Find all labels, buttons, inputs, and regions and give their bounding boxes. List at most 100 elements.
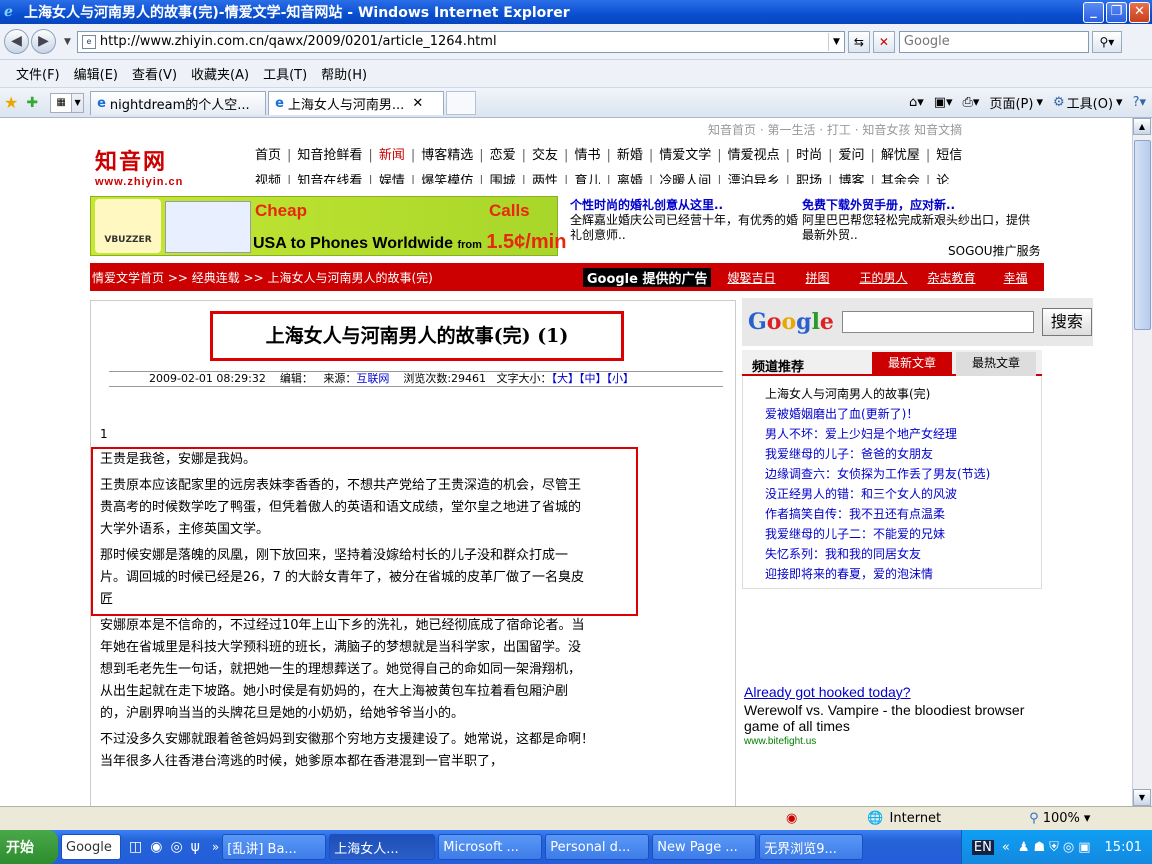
nav-link[interactable]: 围城 <box>490 174 516 184</box>
nav-link[interactable]: 恋爱 <box>490 148 516 163</box>
quick-launch-more-icon[interactable]: » <box>212 840 219 854</box>
feeds-icon[interactable]: ▣▾ <box>934 95 953 110</box>
tools-dropdown-icon[interactable]: ▾ <box>1116 95 1123 110</box>
nav-link[interactable]: 爱问 <box>838 148 864 163</box>
help-icon[interactable]: ?▾ <box>1133 95 1146 110</box>
restore-button[interactable]: ❐ <box>1106 1 1127 23</box>
vertical-scrollbar[interactable]: ▲ ▼ <box>1132 118 1152 806</box>
close-button[interactable]: ✕ <box>1129 1 1150 23</box>
add-favorite-icon[interactable]: ✚ <box>26 95 38 111</box>
ad-link-4[interactable]: 杂志教育 <box>928 269 976 286</box>
menu-favorites[interactable]: 收藏夹(A) <box>191 64 249 83</box>
address-dropdown-icon[interactable]: ▼ <box>827 32 844 51</box>
nav-link[interactable]: 漂泊异乡 <box>728 174 780 184</box>
source-link[interactable]: 互联网 <box>356 372 389 385</box>
scroll-up-icon[interactable]: ▲ <box>1133 118 1151 135</box>
font-mid-link[interactable]: 【中】 <box>579 372 607 385</box>
nav-link[interactable]: 新闻 <box>379 148 405 163</box>
top-links[interactable]: 知音首页 · 第一生活 · 打工 · 知音女孩 知音文摘 <box>708 121 962 138</box>
tray-icons[interactable]: ♟☗⛨◎▣ <box>1018 840 1095 855</box>
font-big-link[interactable]: 【大】 <box>552 372 580 385</box>
print-icon[interactable]: ⎙▾ <box>963 95 980 110</box>
tab-nightdream[interactable]: e nightdream的个人空... <box>90 90 267 115</box>
breadcrumb[interactable]: 情爱文学首页 >> 经典连载 >> 上海女人与河南男人的故事(完) <box>92 269 433 286</box>
stop-button[interactable]: ✕ <box>872 30 895 53</box>
menu-edit[interactable]: 编辑(E) <box>74 64 118 83</box>
ad-link-5[interactable]: 幸福 <box>1004 269 1028 286</box>
refresh-button[interactable]: ⇆ <box>847 30 870 53</box>
list-item[interactable]: 男人不坏：爱上少妇是个地产女经理 <box>765 424 1041 444</box>
list-item[interactable]: 作者搞笑自传：我不丑还有点温柔 <box>765 504 1041 524</box>
taskbar-item[interactable]: 无界浏览9... <box>759 834 864 860</box>
list-item[interactable]: 我爱继母的儿子：爸爸的女朋友 <box>765 444 1041 464</box>
taskbar-item[interactable]: Personal d... <box>545 834 650 860</box>
font-small-link[interactable]: 【小】 <box>607 372 635 385</box>
search-icon[interactable]: ⚲▾ <box>1091 30 1122 53</box>
nav-link[interactable]: 时尚 <box>796 148 822 163</box>
scroll-down-icon[interactable]: ▼ <box>1133 789 1151 806</box>
ad-link-2[interactable]: 拼图 <box>806 269 830 286</box>
nav-link[interactable]: 知音抢鲜看 <box>297 148 362 163</box>
nav-link[interactable]: 情书 <box>574 148 600 163</box>
taskbar-item-active[interactable]: 上海女人... <box>329 834 436 860</box>
menu-view[interactable]: 查看(V) <box>132 64 177 83</box>
tab-hottest[interactable]: 最热文章 <box>956 352 1036 376</box>
close-tab-icon[interactable]: ✕ <box>412 96 423 111</box>
nav-link[interactable]: 博客精选 <box>421 148 473 163</box>
vbuzzer-banner-ad[interactable]: VBUZZER Cheap Calls USA to Phones Worldw… <box>90 196 566 256</box>
nav-link[interactable]: 冷暖人间 <box>659 174 711 184</box>
menu-tools[interactable]: 工具(T) <box>263 64 307 83</box>
nav-link[interactable]: 短信 <box>936 148 962 163</box>
home-icon[interactable]: ⌂▾ <box>909 95 924 110</box>
nav-link[interactable]: 情爱视点 <box>728 148 780 163</box>
search-box[interactable] <box>898 30 1089 53</box>
history-dropdown-icon[interactable]: ▼ <box>64 37 71 47</box>
page-dropdown-icon[interactable]: ▾ <box>1036 95 1043 110</box>
nav-link[interactable]: 爆笑模仿 <box>421 174 473 184</box>
tab-current[interactable]: e 上海女人与河南男... ✕ <box>268 90 445 115</box>
ad-url[interactable]: www.bitefight.us <box>744 736 1044 747</box>
tray-expand-icon[interactable]: « <box>1002 840 1010 855</box>
nav-link[interactable]: 博客 <box>838 174 864 184</box>
list-item[interactable]: 上海女人与河南男人的故事(完) <box>765 384 1041 404</box>
back-button[interactable]: ◀ <box>4 29 29 54</box>
scroll-thumb[interactable] <box>1134 140 1151 330</box>
nav-link[interactable]: 知音在线看 <box>297 174 362 184</box>
new-tab-button[interactable] <box>446 90 477 115</box>
list-item[interactable]: 爱被婚姻磨出了血(更新了)！ <box>765 404 1041 424</box>
zoom-dropdown-icon[interactable]: ▾ <box>1084 811 1091 826</box>
google-toolbar[interactable]: Google <box>61 834 121 860</box>
nav-link[interactable]: 视频 <box>255 174 281 184</box>
nav-link[interactable]: 情爱文学 <box>659 148 711 163</box>
sogou-ad-1[interactable]: 个性时尚的婚礼创意从这里.. 全辉嘉业婚庆公司已经营十年，有优秀的婚礼创意师.. <box>570 196 800 243</box>
sogou-ad-2[interactable]: 免费下载外贸手册，应对新.. 阿里巴巴帮您轻松完成新艰头纱出口，提供最新外贸.. <box>802 196 1032 243</box>
list-item[interactable]: 边缘调查六：女侦探为工作丢了男友(节选) <box>765 464 1041 484</box>
address-field[interactable]: e ▼ <box>76 30 845 53</box>
nav-link[interactable]: 育儿 <box>574 174 600 184</box>
nav-link[interactable]: 首页 <box>255 148 281 163</box>
ad-link-3[interactable]: 王的男人 <box>860 269 908 286</box>
menu-file[interactable]: 文件(F) <box>16 64 60 83</box>
forward-button[interactable]: ▶ <box>31 29 56 54</box>
ad-link-1[interactable]: 嫂娶吉日 <box>727 269 775 286</box>
tools-menu[interactable]: 工具(O) <box>1067 93 1113 112</box>
nav-link[interactable]: 娱情 <box>379 174 405 184</box>
site-logo[interactable]: 知音网 www.zhiyin.cn <box>95 144 215 188</box>
favorites-star-icon[interactable]: ★ <box>4 93 18 112</box>
nav-link[interactable]: 论 <box>936 174 949 184</box>
tab-latest[interactable]: 最新文章 <box>872 352 952 376</box>
search-input[interactable] <box>903 34 1088 49</box>
nav-link[interactable]: 交友 <box>532 148 558 163</box>
lang-indicator[interactable]: EN <box>971 839 994 855</box>
list-item[interactable]: 没正经男人的错：和三个女人的风波 <box>765 484 1041 504</box>
nav-link[interactable]: 离婚 <box>617 174 643 184</box>
tab-list-dropdown-icon[interactable]: ▼ <box>72 92 85 113</box>
nav-link[interactable]: 其余会 <box>881 174 920 184</box>
google-search-input[interactable] <box>841 311 1034 333</box>
quick-launch-icons[interactable]: ◫◉◎ψ <box>129 839 208 855</box>
list-item[interactable]: 我爱继母的儿子二：不能爱的兄妹 <box>765 524 1041 544</box>
quick-tabs-icon[interactable]: ▦ <box>50 92 73 113</box>
list-item[interactable]: 失忆系列：我和我的同居女友 <box>765 544 1041 564</box>
nav-link[interactable]: 新婚 <box>617 148 643 163</box>
ad-headline-link[interactable]: Already got hooked today? <box>744 684 1044 700</box>
